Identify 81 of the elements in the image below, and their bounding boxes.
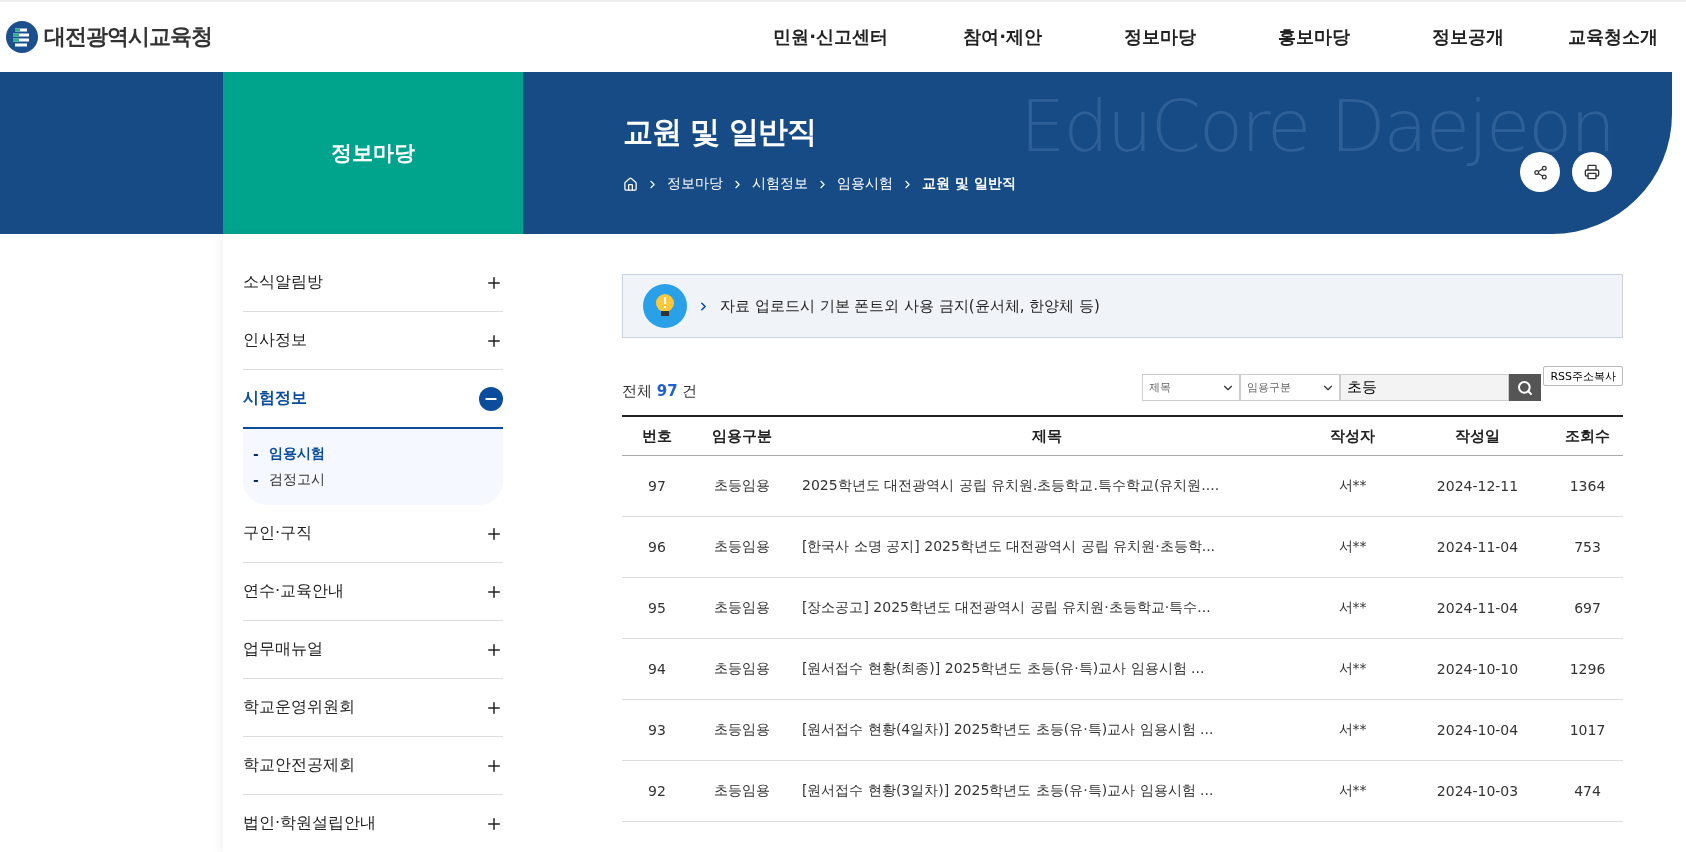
table-cell: 92	[622, 760, 692, 822]
table-cell: 2024-11-04	[1403, 577, 1552, 639]
table-cell: 서**	[1302, 699, 1403, 761]
sidebar-item[interactable]: 구인·구직	[243, 505, 503, 563]
table-cell: 초등임용	[692, 577, 792, 639]
nav-link[interactable]: 민원·신고센터	[734, 25, 888, 49]
table-cell: 서**	[1302, 638, 1403, 700]
table-cell: 1296	[1552, 638, 1623, 700]
table-cell: 2024-10-04	[1403, 699, 1552, 761]
table-cell: 2024-10-10	[1403, 638, 1552, 700]
share-icon	[1532, 164, 1548, 180]
sidebar-item[interactable]: 업무매뉴얼	[243, 621, 503, 679]
total-count: 전체 97 건	[622, 382, 698, 401]
sidebar-item[interactable]: 학교운영위원회	[243, 679, 503, 737]
table-cell: 97	[622, 455, 692, 517]
column-header: 작성자	[1302, 416, 1403, 456]
rss-copy-button[interactable]: RSS주소복사	[1543, 366, 1623, 386]
table-cell: 서**	[1302, 760, 1403, 822]
post-title-link[interactable]: [장소공고] 2025학년도 대전광역시 공립 유치원·초등학교·특수...	[792, 577, 1302, 639]
logo-icon	[6, 21, 38, 53]
search-field[interactable]: 초등	[1340, 374, 1510, 401]
table-cell: 서**	[1302, 455, 1403, 517]
post-title-link[interactable]: 2025학년도 대전광역시 공립 유치원.초등학교.특수학교(유치원....	[792, 455, 1302, 517]
table-cell: 1364	[1552, 455, 1623, 517]
nav-link[interactable]: 홍보마당	[1196, 25, 1350, 49]
submenu-item[interactable]: 검정고시	[268, 471, 325, 489]
nav-link[interactable]: 참여·제안	[888, 25, 1042, 49]
printer-icon	[1584, 164, 1600, 180]
search-button[interactable]	[1509, 374, 1542, 401]
table-cell: 93	[622, 699, 692, 761]
table-cell: 96	[622, 516, 692, 578]
collapse-icon	[479, 386, 503, 411]
table-cell: 초등임용	[692, 638, 792, 700]
table-cell: 95	[622, 577, 692, 639]
table-cell: 서**	[1302, 577, 1403, 639]
sidebar-item[interactable]: 소식알림방	[243, 254, 503, 312]
home-icon[interactable]	[623, 176, 638, 192]
sidebar-item[interactable]: 학교안전공제회	[243, 737, 503, 795]
table-cell: 초등임용	[692, 699, 792, 761]
nav-link[interactable]: 교육청소개	[1504, 25, 1658, 49]
table-cell: 2024-11-04	[1403, 516, 1552, 578]
logo-text[interactable]: 대전광역시교육청	[44, 22, 212, 52]
search-icon	[1517, 379, 1534, 396]
table-cell: 초등임용	[692, 760, 792, 822]
sidebar-item[interactable]: 연수·교육안내	[243, 563, 503, 621]
column-header: 임용구분	[692, 416, 792, 456]
table-cell: 초등임용	[692, 455, 792, 517]
table-cell: 474	[1552, 760, 1623, 822]
post-title-link[interactable]: [원서접수 현황(4일차)] 2025학년도 초등(유·특)교사 임용시험 ...	[792, 699, 1302, 761]
post-title-link[interactable]: [원서접수 현황(최종)] 2025학년도 초등(유·특)교사 임용시험 ...	[792, 638, 1302, 700]
table-cell: 753	[1552, 516, 1623, 578]
breadcrumb-link[interactable]: 시험정보	[752, 175, 808, 193]
nav-link[interactable]: 정보공개	[1350, 25, 1504, 49]
breadcrumb-link[interactable]: 임용시험	[837, 175, 893, 193]
notice-text: 자료 업로드시 기본 폰트외 사용 금지(윤서체, 한양체 등)	[720, 296, 1100, 316]
table-cell: 2024-10-03	[1403, 760, 1552, 822]
column-header: 조회수	[1552, 416, 1623, 456]
table-cell: 94	[622, 638, 692, 700]
column-header: 번호	[622, 416, 692, 456]
table-cell: 2024-12-11	[1403, 455, 1552, 517]
submenu-item[interactable]: 임용시험	[268, 445, 325, 463]
table-cell: 697	[1552, 577, 1623, 639]
field-select[interactable]: 제목	[1142, 374, 1241, 401]
column-header: 제목	[792, 416, 1302, 456]
bullet-dash: -	[253, 472, 259, 488]
sidebar-item[interactable]: 인사정보	[243, 312, 503, 370]
table-cell: 1017	[1552, 699, 1623, 761]
breadcrumb-link[interactable]: 정보마당	[667, 175, 723, 193]
page-title: 교원 및 일반직	[623, 113, 816, 151]
category-select[interactable]: 임용구분	[1240, 374, 1341, 401]
breadcrumb-link[interactable]: 교원 및 일반직	[922, 175, 1016, 193]
nav-link[interactable]: 정보마당	[1042, 25, 1196, 49]
post-title-link[interactable]: [한국사 소명 공지] 2025학년도 대전광역시 공립 유치원·초등학...	[792, 516, 1302, 578]
table-cell: 서**	[1302, 516, 1403, 578]
column-header: 작성일	[1403, 416, 1552, 456]
bullet-dash: -	[253, 446, 259, 462]
sidebar-item[interactable]: 법인·학원설립안내	[243, 795, 503, 852]
lightbulb-icon	[643, 284, 687, 328]
table-cell: 초등임용	[692, 516, 792, 578]
post-title-link[interactable]: [원서접수 현황(3일차)] 2025학년도 초등(유·특)교사 임용시험 ...	[792, 760, 1302, 822]
section-title: 정보마당	[223, 72, 523, 234]
